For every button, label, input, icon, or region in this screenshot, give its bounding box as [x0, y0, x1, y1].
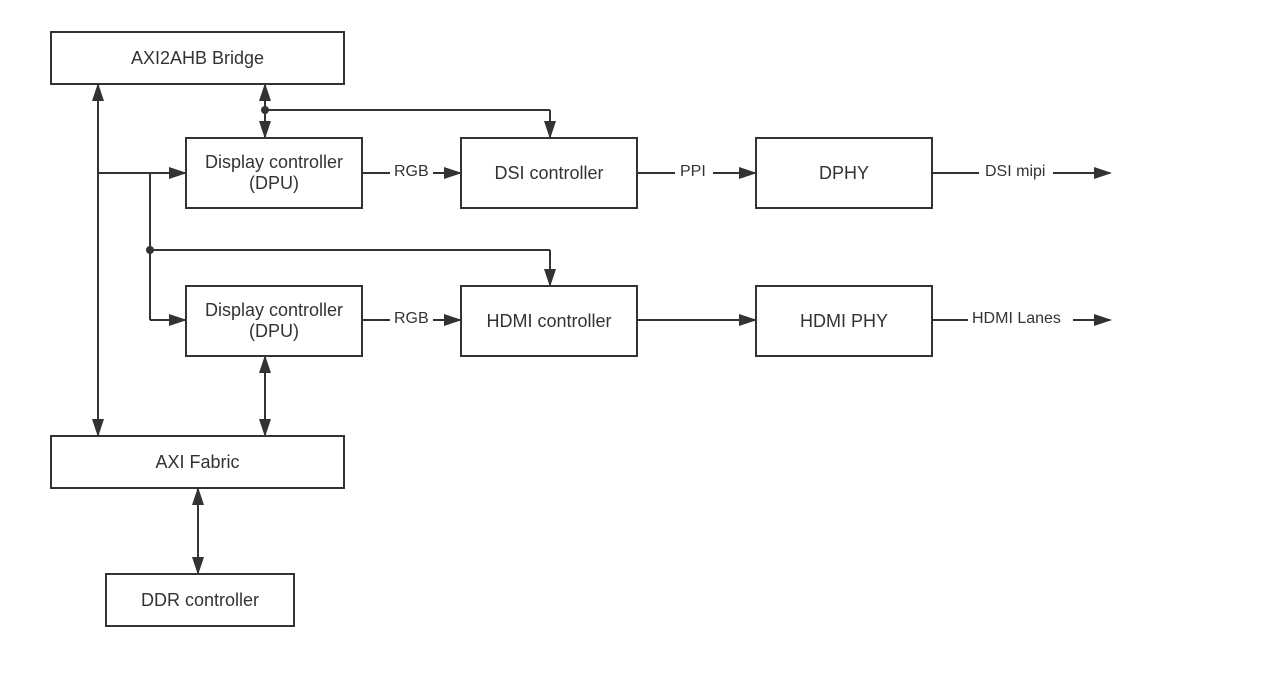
dsi-mipi-label: DSI mipi	[983, 163, 1047, 181]
dsi-controller-block: DSI controller	[460, 137, 638, 209]
dphy-block: DPHY	[755, 137, 933, 209]
rgb1-label: RGB	[392, 163, 431, 181]
hdmi-phy-block: HDMI PHY	[755, 285, 933, 357]
rgb2-label: RGB	[392, 310, 431, 328]
dpu1-label: Display controller (DPU)	[192, 152, 356, 194]
axi2ahb-label: AXI2AHB Bridge	[131, 48, 264, 69]
dpu2-block: Display controller (DPU)	[185, 285, 363, 357]
hdmi-ctrl-label: HDMI controller	[486, 311, 611, 332]
dphy-label: DPHY	[819, 163, 869, 184]
axi2ahb-bridge-block: AXI2AHB Bridge	[50, 31, 345, 85]
ddr-label: DDR controller	[141, 590, 259, 611]
dsi-label: DSI controller	[494, 163, 603, 184]
ddr-controller-block: DDR controller	[105, 573, 295, 627]
axi-fabric-label: AXI Fabric	[155, 452, 239, 473]
hdmi-lanes-label: HDMI Lanes	[970, 310, 1063, 328]
dpu1-block: Display controller (DPU)	[185, 137, 363, 209]
axi-fabric-block: AXI Fabric	[50, 435, 345, 489]
ppi-label: PPI	[678, 163, 708, 181]
block-diagram: AXI2AHB Bridge Display controller (DPU) …	[20, 20, 1260, 660]
hdmi-controller-block: HDMI controller	[460, 285, 638, 357]
hdmi-phy-label: HDMI PHY	[800, 311, 888, 332]
dpu2-label: Display controller (DPU)	[192, 300, 356, 342]
